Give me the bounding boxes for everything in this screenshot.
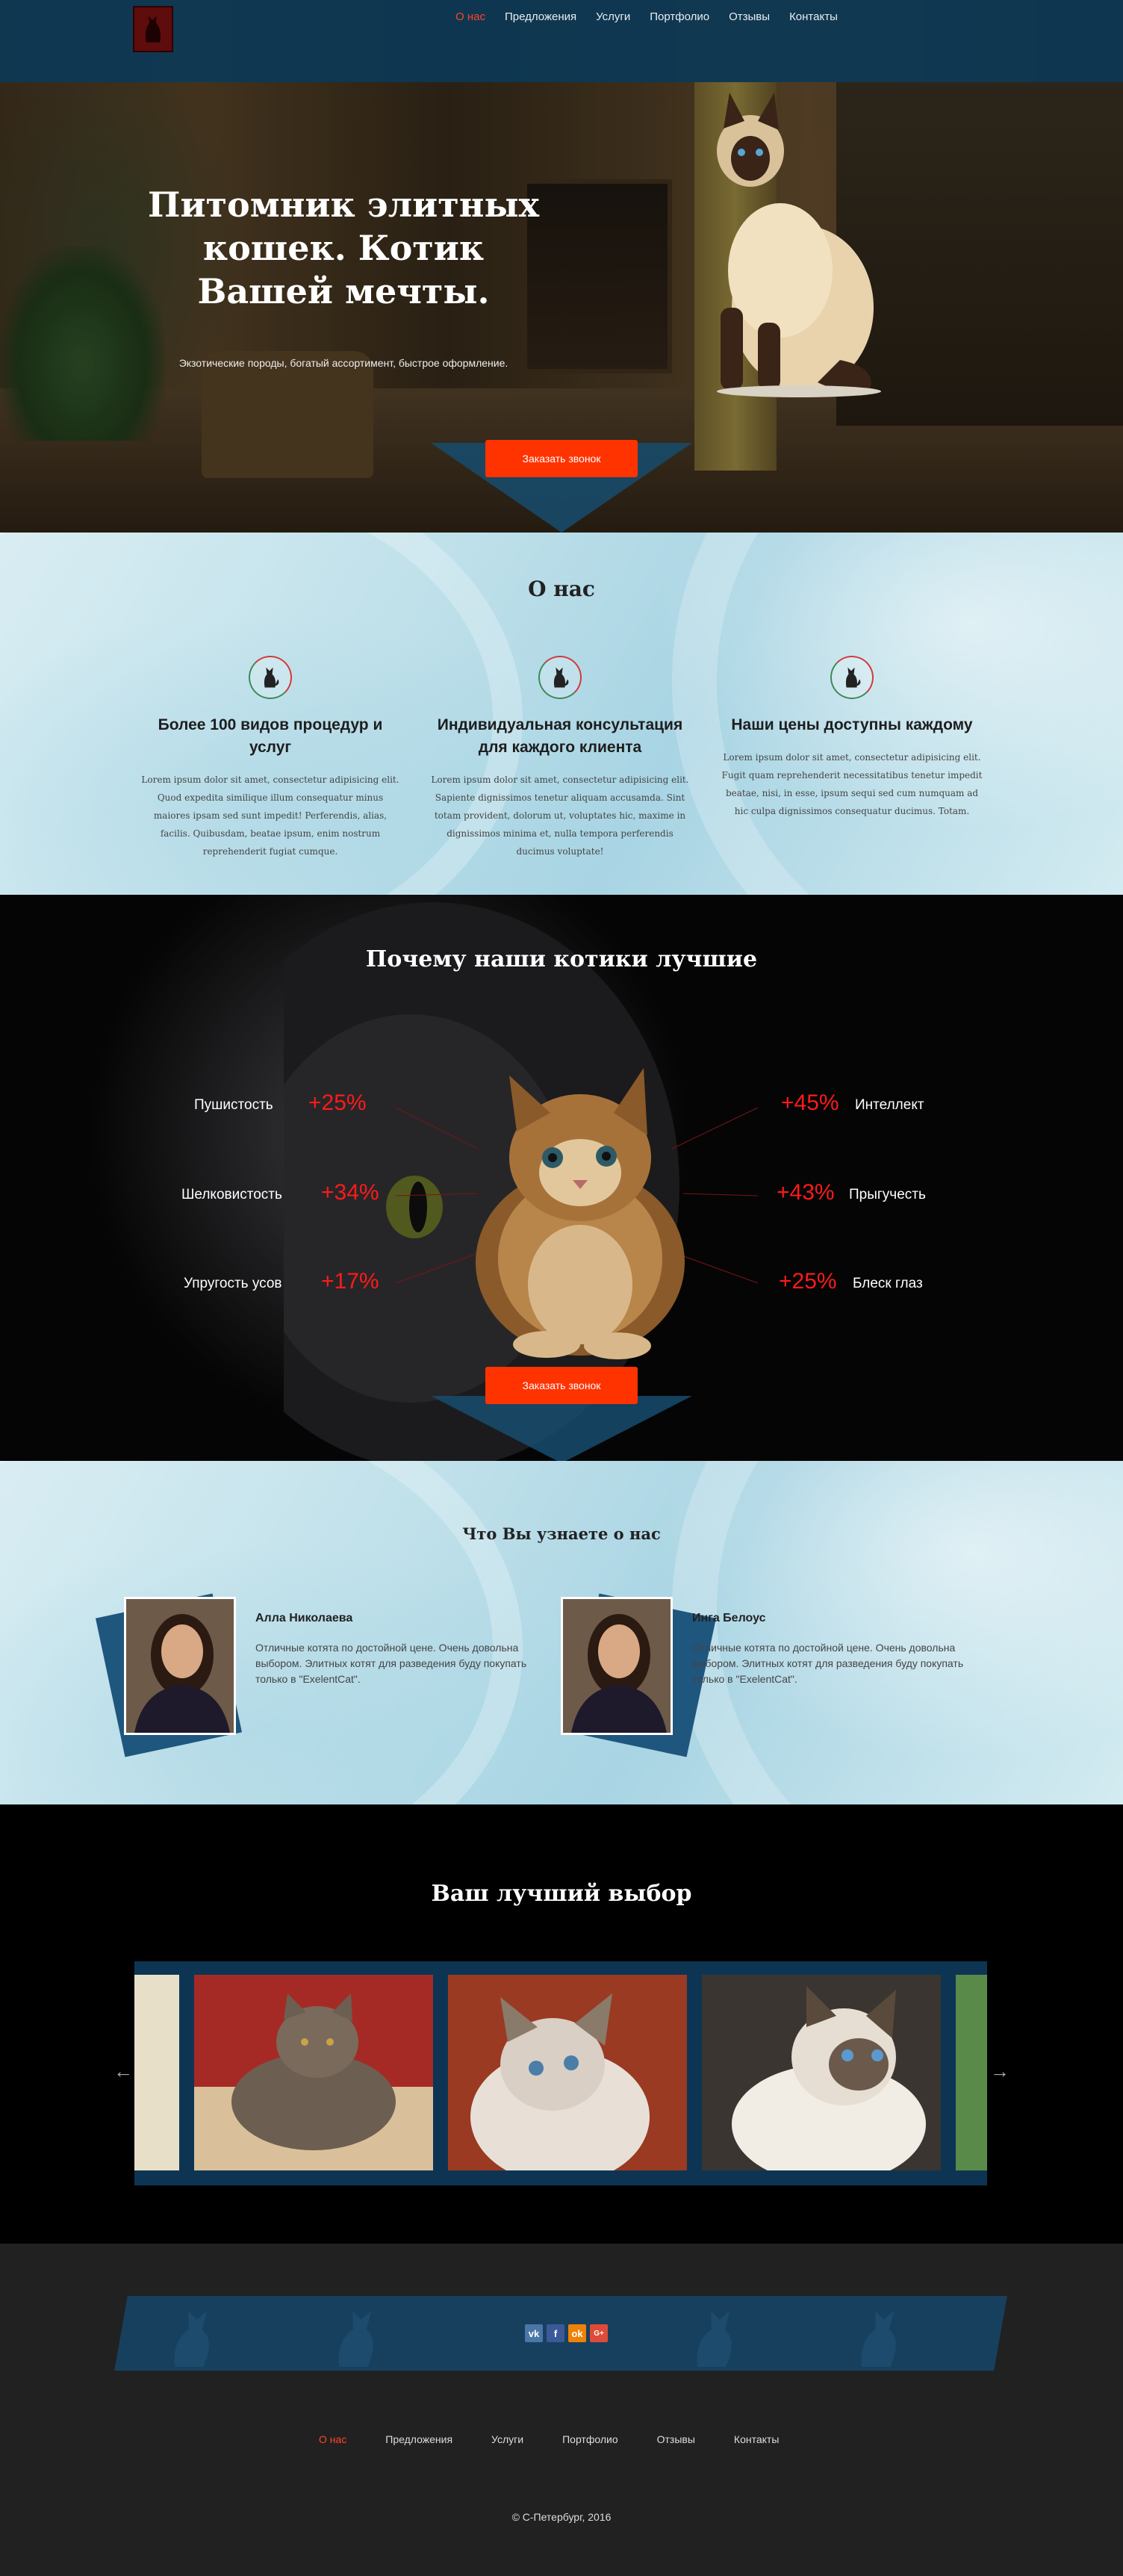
footer: vk f ok G+ О нас Предложения Услуги Порт… <box>0 2244 1123 2576</box>
testimonial-text: Отличные котята по достойной цене. Очень… <box>692 1642 964 1685</box>
feature-text: Lorem ipsum dolor sit amet, consectetur … <box>431 775 689 857</box>
facebook-icon[interactable]: f <box>547 2324 564 2342</box>
nav-item-offers[interactable]: Предложения <box>505 10 576 23</box>
odnoklassniki-icon[interactable]: ok <box>568 2324 586 2342</box>
why-section: Почему наши котики лучшие Пушистость +25… <box>0 895 1123 1461</box>
nav-item-about[interactable]: О нас <box>455 10 485 23</box>
cat-gallery-slider <box>134 1961 987 2185</box>
testimonial-name: Алла Николаева <box>255 1612 353 1624</box>
logo[interactable] <box>133 6 173 52</box>
gallery-slide[interactable] <box>956 1975 987 2170</box>
stat-label-jumping: Прыгучесть <box>849 1187 926 1202</box>
avatar <box>124 1597 236 1735</box>
slider-next-arrow[interactable]: → <box>990 2060 1010 2083</box>
testimonial-text: Отличные котята по достойной цене. Очень… <box>255 1642 527 1685</box>
stat-value-whiskers: +17% <box>321 1269 379 1294</box>
gallery-slide[interactable] <box>194 1975 433 2170</box>
main-menu: О нас Предложения Услуги Портфолио Отзыв… <box>455 10 838 23</box>
feature-text: Lorem ipsum dolor sit amet, consectetur … <box>141 775 399 857</box>
feature-title: Наши цены доступны каждому <box>731 716 973 733</box>
feature-consultation: Индивидуальная консультация для каждого … <box>429 656 691 860</box>
vk-icon[interactable]: vk <box>525 2324 543 2342</box>
stat-value-fluffiness: +25% <box>308 1090 367 1115</box>
feature-procedures: Более 100 видов процедур и услуг Lorem i… <box>140 656 401 860</box>
order-call-button[interactable]: Заказать звонок <box>485 1367 638 1404</box>
stat-value-intellect: +45% <box>781 1090 839 1115</box>
gallery-slide[interactable] <box>134 1975 179 2170</box>
feature-title: Более 100 видов процедур и услуг <box>158 716 383 756</box>
gallery-slide[interactable] <box>702 1975 941 2170</box>
footer-menu: О нас Предложения Услуги Портфолио Отзыв… <box>319 2433 779 2445</box>
footer-item-reviews[interactable]: Отзывы <box>657 2433 695 2445</box>
testimonials-title: Что Вы узнаете о нас <box>462 1524 661 1543</box>
nav-item-reviews[interactable]: Отзывы <box>729 10 770 23</box>
feature-prices: Наши цены доступны каждому Lorem ipsum d… <box>721 656 983 820</box>
testimonial-name: Инга Белоус <box>692 1612 766 1624</box>
stat-label-eye-shine: Блеск глаз <box>853 1276 923 1291</box>
copyright: © С-Петербург, 2016 <box>511 2511 612 2523</box>
testimonial-card: Инга Белоус Отличные котята по достойной… <box>561 1593 979 1761</box>
cat-icon <box>538 656 582 699</box>
feature-title: Индивидуальная консультация для каждого … <box>437 716 683 756</box>
stat-value-jumping: +43% <box>777 1180 835 1205</box>
page: Питомник элитных кошек. Котик Вашей мечт… <box>0 0 1123 2576</box>
nav-item-services[interactable]: Услуги <box>596 10 630 23</box>
stat-label-fluffiness: Пушистость <box>194 1097 273 1113</box>
hero-subtitle: Экзотические породы, богатый ассортимент… <box>178 357 508 369</box>
siamese-cat-image <box>717 93 881 397</box>
best-choice-title: Ваш лучший выбор <box>431 1881 692 1907</box>
stat-label-silkiness: Шелковистость <box>181 1187 282 1202</box>
why-arrow-decoration <box>431 1396 692 1461</box>
kitten-image <box>476 1068 685 1359</box>
hero-title: Питомник элитных кошек. Котик Вашей мечт… <box>148 184 539 311</box>
testimonials-section: Что Вы узнаете о нас Алла Николаева Отли… <box>0 1461 1123 1804</box>
testimonial-card: Алла Николаева Отличные котята по достой… <box>95 1593 542 1761</box>
about-title: О нас <box>528 577 595 601</box>
slider-prev-arrow[interactable]: ← <box>113 2060 133 2083</box>
nav-item-portfolio[interactable]: Портфолио <box>650 10 709 23</box>
google-plus-icon[interactable]: G+ <box>590 2324 608 2342</box>
stat-label-whiskers: Упругость усов <box>184 1276 282 1291</box>
footer-item-portfolio[interactable]: Портфолио <box>562 2433 618 2445</box>
top-nav: О нас Предложения Услуги Портфолио Отзыв… <box>0 0 1123 82</box>
stat-value-silkiness: +34% <box>321 1180 379 1205</box>
gallery-slide[interactable] <box>448 1975 687 2170</box>
footer-item-contacts[interactable]: Контакты <box>734 2433 779 2445</box>
social-links: vk f ok G+ <box>525 2324 608 2342</box>
footer-item-services[interactable]: Услуги <box>491 2433 523 2445</box>
stat-value-eye-shine: +25% <box>779 1269 837 1294</box>
logo-cat-icon <box>134 7 172 51</box>
about-section: О нас Более 100 видов процедур и услуг L… <box>0 533 1123 895</box>
cat-icon <box>249 656 292 699</box>
stat-label-intellect: Интеллект <box>855 1097 924 1113</box>
footer-item-about[interactable]: О нас <box>319 2433 346 2445</box>
footer-item-offers[interactable]: Предложения <box>385 2433 452 2445</box>
cat-icon <box>830 656 874 699</box>
avatar <box>561 1597 673 1735</box>
order-call-button[interactable]: Заказать звонок <box>485 440 638 477</box>
best-choice-section: Ваш лучший выбор ← → <box>0 1804 1123 2244</box>
nav-item-contacts[interactable]: Контакты <box>789 10 838 23</box>
feature-text: Lorem ipsum dolor sit amet, consectetur … <box>721 752 983 816</box>
